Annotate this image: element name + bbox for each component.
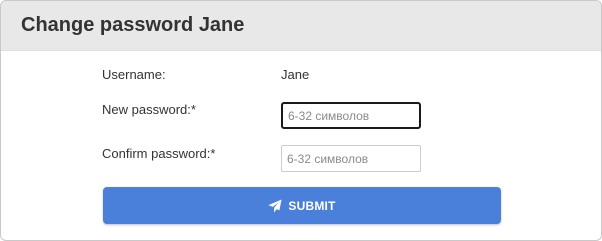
change-password-dialog: Change password Jane Username: Jane New … (0, 0, 602, 241)
confirm-password-field[interactable] (281, 145, 421, 172)
submit-label: SUBMIT (288, 198, 336, 213)
submit-button[interactable]: SUBMIT (103, 187, 501, 224)
username-value: Jane (281, 67, 310, 82)
new-password-field[interactable] (281, 102, 421, 129)
paper-plane-icon (268, 198, 282, 213)
dialog-header: Change password Jane (1, 1, 601, 51)
new-password-label: New password:* (102, 102, 196, 117)
dialog-title: Change password Jane (21, 14, 245, 36)
username-label: Username: (102, 67, 166, 82)
confirm-password-label: Confirm password:* (102, 146, 216, 161)
